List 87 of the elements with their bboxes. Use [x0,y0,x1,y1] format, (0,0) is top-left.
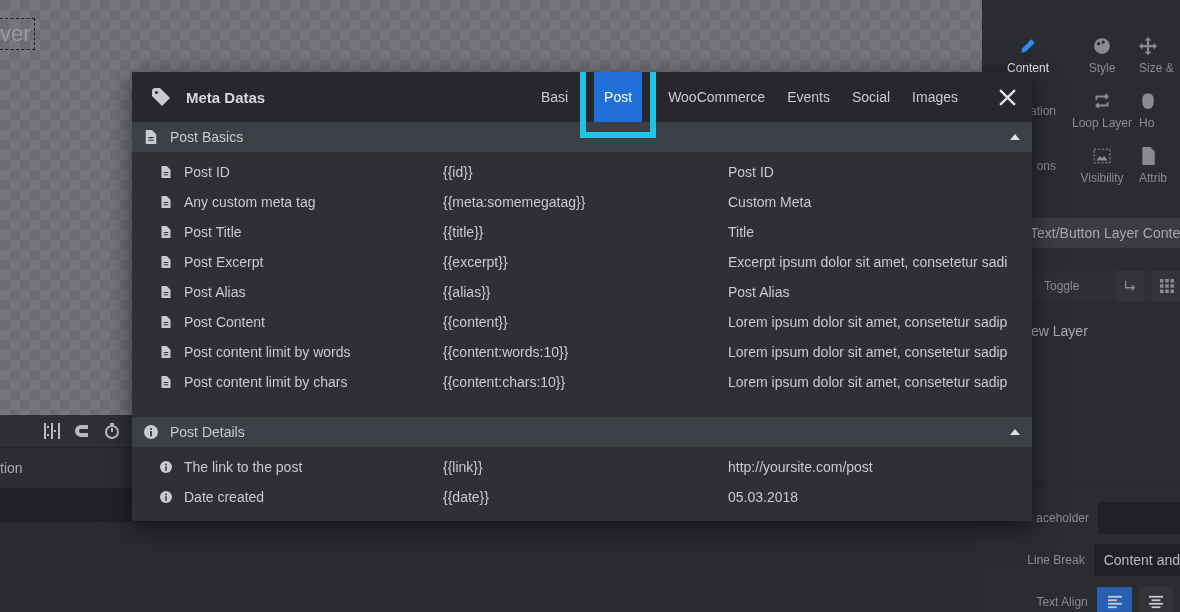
example-value: Lorem ipsum dolor sit amet, consetetur sadip [728,344,1009,360]
image-frame-icon [1093,146,1111,165]
palette-icon [1093,36,1111,55]
tag-icon [152,88,170,106]
meta-tag[interactable]: {{meta:somemegatag}} [443,194,728,210]
align-left-icon [1107,595,1122,609]
tab[interactable]: Social [841,72,901,122]
icon-button[interactable] [1153,271,1180,301]
loop-icon [1093,91,1111,110]
tab[interactable]: Events [777,72,840,122]
mouse-icon [1139,91,1157,110]
meta-name[interactable]: Post Excerpt [184,254,443,270]
meta-tag[interactable]: {{content:words:10}} [443,344,728,360]
align-button[interactable] [1138,587,1174,612]
meta-name[interactable]: Post Content [184,314,443,330]
sidebar-tab[interactable]: Ho [1139,83,1180,138]
example-value: http://yoursite.com/post [728,459,874,475]
tab[interactable]: WooCommerce [658,72,776,122]
meta-tag[interactable]: {{alias}} [443,284,728,300]
magnet-icon [74,423,90,439]
field-label: aceholder [1035,511,1090,525]
meta-name[interactable]: Post Title [184,224,443,240]
document-icon [144,130,158,144]
input-field[interactable]: Content and [1093,544,1180,576]
sidebar-tab[interactable]: Attrib [1139,138,1180,193]
meta-tag[interactable]: {{title}} [443,224,728,240]
meta-tag[interactable]: {{date}} [443,489,728,505]
stopwatch-icon [104,423,120,439]
tab[interactable]: Images [902,72,968,122]
document-icon [160,226,172,238]
layer-name[interactable]: ew Layer [1031,323,1088,339]
document-icon [160,286,172,298]
document-icon [160,376,172,388]
document-icon [160,346,172,358]
pencil-icon [1019,36,1037,55]
field-label: Text Align [1035,595,1089,609]
meta-name[interactable]: Date created [184,489,443,505]
sidebar-tab[interactable]: Visibility [1065,138,1139,193]
example-value: Custom Meta [728,194,813,210]
info-icon [144,425,158,439]
meta-tag[interactable]: {{id}} [443,164,728,180]
meta-name[interactable]: The link to the post [184,459,443,475]
toggle-label[interactable]: Toggle [1044,279,1107,293]
meta-tag[interactable]: {{content}} [443,314,728,330]
info-icon [160,461,172,473]
meta-name[interactable]: Post content limit by chars [184,374,443,390]
sidebar-tab[interactable]: Loop Layer [1065,83,1139,138]
icon-button[interactable] [1116,271,1144,301]
column-header: tion [0,460,23,476]
caret-up-icon [1010,134,1020,140]
example-value: Excerpt ipsum dolor sit amet, consetetur sadi [728,254,1009,270]
document-icon [160,316,172,328]
sidebar-tab[interactable]: Size & [1139,28,1180,83]
meta-tag[interactable]: {{link}} [443,459,728,475]
info-icon [160,491,172,503]
meta-tag[interactable]: {{excerpt}} [443,254,728,270]
document-icon [160,256,172,268]
field-label: Line Break [1026,553,1086,567]
dialog-title: Meta Datas [186,88,266,106]
example-value: Title [728,224,755,240]
tab[interactable]: Post [594,72,643,122]
sidebar-tab[interactable]: Style [1065,28,1139,83]
example-value: Lorem ipsum dolor sit amet, consetetur sadip [728,374,1009,390]
document-icon [160,196,172,208]
close-icon [998,88,1016,106]
grid-icon [1159,279,1174,293]
move-icon [1139,36,1157,55]
meta-name[interactable]: Post ID [184,164,443,180]
example-value: 05.03.2018 [728,489,800,505]
sidebar-tab[interactable]: Content [991,28,1065,83]
grid-icon [44,423,60,439]
arrow-down-right-icon [1122,279,1137,293]
document-icon [160,166,172,178]
meta-name[interactable]: Post Alias [184,284,443,300]
caret-up-icon [1010,429,1020,435]
meta-tag[interactable]: {{content:chars:10}} [443,374,728,390]
meta-name[interactable]: Any custom meta tag [184,194,443,210]
meta-name[interactable]: Post content limit by words [184,344,443,360]
align-center-icon [1149,595,1164,609]
section-header[interactable]: Post Details [132,417,1032,447]
section-header[interactable]: Post Basics [132,122,1032,152]
example-value: Lorem ipsum dolor sit amet, consetetur sadip [728,314,1009,330]
tab[interactable]: Basi [530,72,579,122]
example-value: Post ID [728,164,775,180]
document-icon [1139,146,1157,165]
align-button[interactable] [1096,587,1133,612]
example-value: Post Alias [728,284,791,300]
